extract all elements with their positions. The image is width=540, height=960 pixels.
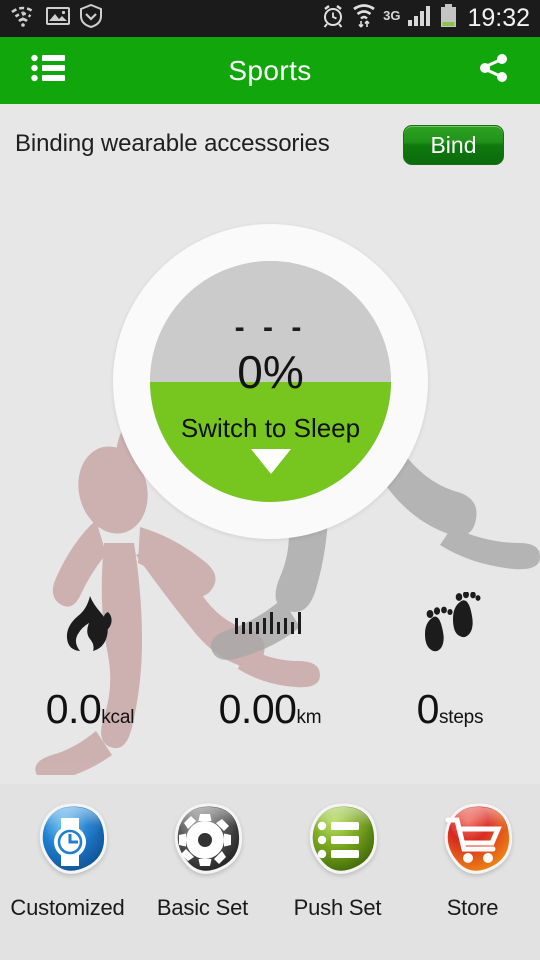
stat-distance: 0.00km — [180, 576, 360, 756]
tile-label-basic-set: Basic Set — [156, 895, 249, 920]
calories-unit: kcal — [101, 707, 135, 728]
shield-chevron-icon — [80, 3, 102, 33]
stat-steps: 0steps — [360, 576, 540, 756]
ruler-icon — [180, 592, 360, 654]
alarm-clock-icon — [321, 4, 345, 33]
app-bar: Sports — [0, 37, 540, 104]
distance-unit: km — [296, 707, 322, 728]
stat-value-steps: 0steps — [360, 686, 540, 733]
bind-button[interactable]: Bind — [403, 125, 504, 165]
network-type-label: 3G — [383, 8, 401, 23]
battery-icon — [440, 4, 457, 33]
distance-number: 0.00 — [218, 686, 297, 732]
footprints-icon — [360, 592, 540, 654]
svg-text:?: ? — [20, 10, 25, 20]
share-button[interactable] — [470, 47, 518, 95]
stat-calories: 0.0kcal — [0, 576, 180, 756]
dial-inner-face[interactable]: - - - 0% Switch to Sleep — [150, 261, 391, 502]
watch-clock-icon — [23, 796, 113, 886]
tile-push-set[interactable]: Push Set — [270, 784, 405, 960]
steps-number: 0 — [416, 686, 440, 732]
page-title: Sports — [228, 54, 312, 86]
phone-screen: ? 3G 19:32 Sports Binding wearable acces… — [0, 0, 540, 960]
share-icon — [479, 53, 509, 88]
chevron-down-triangle-icon[interactable] — [250, 449, 291, 474]
tile-basic-set[interactable]: Basic Set — [135, 784, 270, 960]
bind-accessory-row: Binding wearable accessories Bind — [0, 104, 540, 184]
activity-dial: - - - 0% Switch to Sleep — [113, 224, 428, 539]
wifi-transfer-icon — [352, 4, 376, 33]
flame-icon — [0, 592, 180, 654]
bottom-tile-bar: Customized Basic Set Push Set Store — [0, 784, 540, 960]
stat-value-calories: 0.0kcal — [0, 686, 180, 733]
tile-customized[interactable]: Customized — [0, 784, 135, 960]
status-bar: ? 3G 19:32 — [0, 0, 540, 37]
status-bar-right-icons: 3G 19:32 — [321, 4, 530, 33]
tile-label-store: Store — [446, 895, 499, 920]
gallery-image-icon — [46, 6, 70, 31]
status-bar-left-icons: ? — [10, 3, 102, 33]
list-icon — [293, 796, 383, 886]
bind-row-label: Binding wearable accessories — [15, 130, 330, 157]
gear-icon — [158, 796, 248, 886]
dial-percent-value: 0% — [237, 346, 304, 398]
shopping-cart-icon — [428, 796, 518, 886]
tile-store[interactable]: Store — [405, 784, 540, 960]
wifi-question-icon: ? — [10, 5, 36, 32]
stats-row: 0.0kcal 0.00km 0steps — [0, 576, 540, 756]
dial-top-value: - - - — [234, 311, 307, 344]
tile-label-customized: Customized — [10, 895, 125, 920]
status-bar-clock: 19:32 — [467, 4, 530, 32]
tile-label-push-set: Push Set — [293, 895, 382, 920]
calories-number: 0.0 — [45, 686, 102, 732]
switch-to-sleep-label: Switch to Sleep — [180, 413, 361, 443]
signal-bars-icon — [407, 5, 433, 32]
steps-unit: steps — [438, 707, 484, 728]
stat-value-distance: 0.00km — [180, 686, 360, 733]
